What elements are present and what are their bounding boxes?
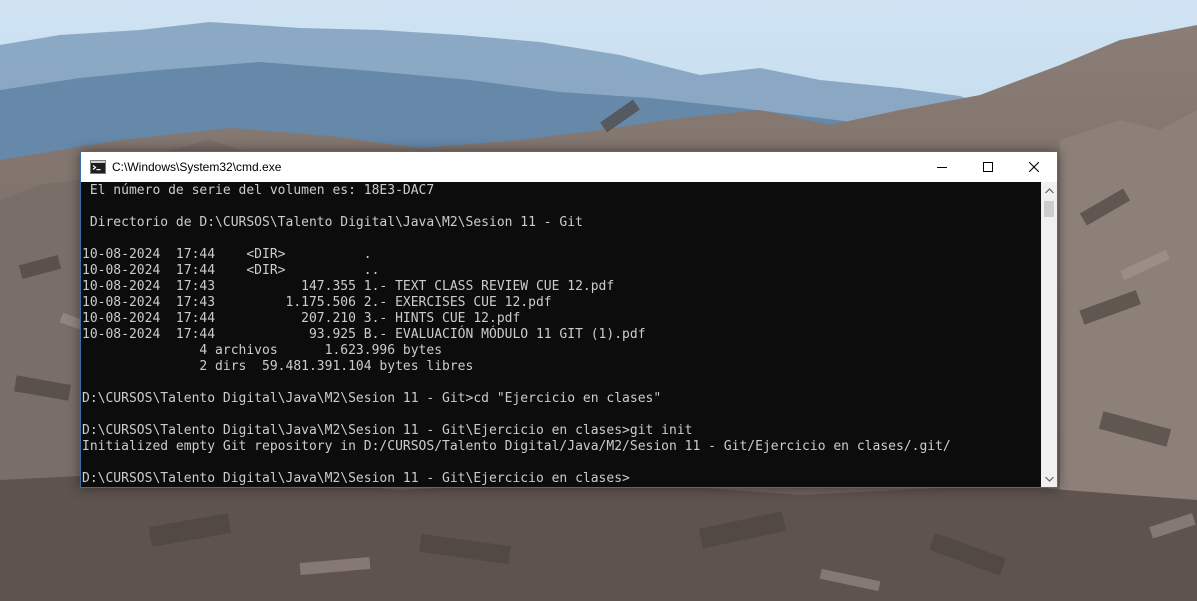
console-line: Initialized empty Git repository in D:/C… bbox=[82, 439, 951, 454]
close-icon bbox=[1029, 162, 1039, 172]
console-line: 10-08-2024 17:44 <DIR> . bbox=[82, 247, 372, 262]
maximize-icon bbox=[983, 162, 993, 172]
scrollbar-thumb[interactable] bbox=[1044, 201, 1054, 217]
console-line: D:\CURSOS\Talento Digital\Java\M2\Sesion… bbox=[82, 423, 693, 438]
console-prompt-line: D:\CURSOS\Talento Digital\Java\M2\Sesion… bbox=[82, 471, 630, 486]
scroll-up-button[interactable] bbox=[1041, 182, 1057, 199]
console-line: D:\CURSOS\Talento Digital\Java\M2\Sesion… bbox=[82, 391, 662, 406]
cmd-icon bbox=[90, 160, 106, 174]
console-output[interactable]: El número de serie del volumen es: 18E3-… bbox=[81, 182, 1041, 487]
window-title: C:\Windows\System32\cmd.exe bbox=[112, 160, 282, 174]
console-line: 2 dirs 59.481.391.104 bytes libres bbox=[82, 359, 474, 374]
chevron-up-icon bbox=[1044, 187, 1054, 193]
console-line: El número de serie del volumen es: 18E3-… bbox=[82, 183, 435, 198]
minimize-icon bbox=[937, 167, 947, 168]
caption-buttons bbox=[919, 152, 1057, 182]
console-line: 4 archivos 1.623.996 bytes bbox=[82, 343, 443, 358]
vertical-scrollbar[interactable] bbox=[1041, 182, 1057, 487]
console-line: 10-08-2024 17:44 207.210 3.- HINTS CUE 1… bbox=[82, 311, 521, 326]
chevron-down-icon bbox=[1044, 476, 1054, 482]
title-bar[interactable]: C:\Windows\System32\cmd.exe bbox=[81, 152, 1057, 182]
console-line: Directorio de D:\CURSOS\Talento Digital\… bbox=[82, 215, 583, 230]
console-line: 10-08-2024 17:43 1.175.506 2.- EXERCISES… bbox=[82, 295, 552, 310]
minimize-button[interactable] bbox=[919, 152, 965, 182]
cmd-window[interactable]: C:\Windows\System32\cmd.exe El número de… bbox=[80, 151, 1058, 488]
maximize-button[interactable] bbox=[965, 152, 1011, 182]
close-button[interactable] bbox=[1011, 152, 1057, 182]
scroll-down-button[interactable] bbox=[1041, 470, 1057, 487]
console-line: 10-08-2024 17:43 147.355 1.- TEXT CLASS … bbox=[82, 279, 615, 294]
console-line: 10-08-2024 17:44 93.925 B.- EVALUACIÓN M… bbox=[82, 327, 646, 342]
console-line: 10-08-2024 17:44 <DIR> .. bbox=[82, 263, 380, 278]
